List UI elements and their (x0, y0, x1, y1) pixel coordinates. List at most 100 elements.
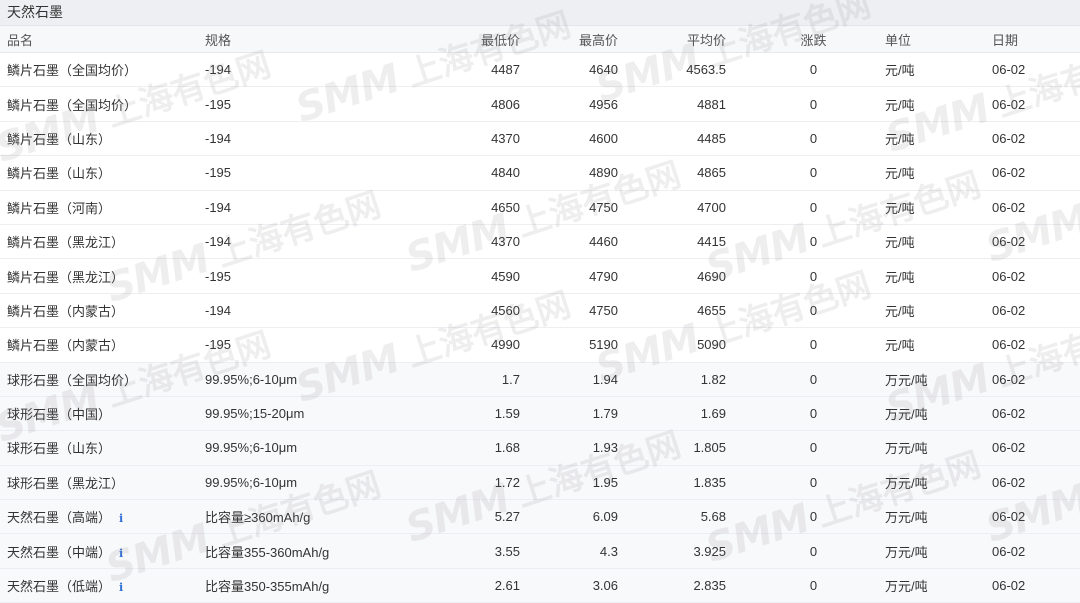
cell-change: 0 (750, 430, 877, 466)
cell-name-text: 鳞片石墨（河南） (7, 200, 112, 216)
cell-max-text: 1.95 (592, 474, 618, 490)
cell-date-text: 06-02 (992, 371, 1026, 387)
price-table: 品名 规格 最低价 最高价 平均价 涨跌 单位 日期 鳞片石墨（全国均价） -19… (0, 26, 1080, 603)
info-icon[interactable]: i (119, 512, 123, 525)
cell-avg-text: 3.925 (693, 543, 726, 559)
cell-change-text: 0 (809, 302, 818, 318)
table-row[interactable]: 球形石墨（全国均价） 99.95%;6-10μm 1.7 1.94 1.82 0 万元/吨 0… (0, 362, 1080, 397)
col-header-max[interactable]: 最高价 (522, 26, 630, 53)
col-header-change[interactable]: 涨跌 (750, 26, 877, 53)
cell-unit-text: 元/吨 (885, 97, 915, 113)
cell-max: 4890 (522, 155, 630, 191)
table-row[interactable]: 球形石墨（中国） 99.95%;15-20μm 1.59 1.79 1.69 0 万元/吨 0… (0, 396, 1080, 432)
cell-spec-text: -194 (205, 62, 232, 78)
cell-name-text: 鳞片石墨（黑龙江） (7, 269, 125, 285)
cell-max-text: 3.06 (592, 578, 618, 594)
cell-unit-text: 元/吨 (885, 303, 915, 319)
cell-name-text: 球形石墨（全国均价） (7, 372, 138, 388)
cell-spec-text: -194 (205, 234, 232, 250)
cell-avg-text: 1.805 (693, 440, 726, 456)
cell-change: 0 (750, 396, 877, 432)
cell-avg: 1.805 (630, 430, 750, 466)
cell-max: 6.09 (522, 499, 630, 535)
cell-min: 1.72 (412, 465, 522, 501)
info-icon[interactable]: i (119, 581, 123, 594)
cell-spec: -195 (198, 258, 412, 294)
table-row[interactable]: 鳞片石墨（全国均价） -194 4487 4640 4563.5 0 元/吨 06-02 (0, 52, 1080, 88)
table-row[interactable]: 球形石墨（黑龙江） 99.95%;6-10μm 1.72 1.95 1.835 0 万元/吨… (0, 465, 1080, 501)
cell-spec-text: -194 (205, 130, 232, 146)
info-icon[interactable]: i (119, 547, 123, 560)
table-row[interactable]: 鳞片石墨（河南） -194 4650 4750 4700 0 元/吨 06-02 (0, 190, 1080, 225)
cell-min: 4487 (412, 52, 522, 88)
cell-max: 4600 (522, 121, 630, 157)
cell-unit-text: 万元/吨 (885, 544, 928, 560)
cell-change: 0 (750, 224, 877, 260)
cell-min-text: 4560 (491, 302, 520, 318)
cell-date: 06-02 (985, 155, 1080, 191)
cell-unit-text: 万元/吨 (885, 579, 928, 595)
cell-name: 球形石墨（全国均价） (0, 362, 198, 397)
cell-avg: 4690 (630, 258, 750, 294)
col-header-avg[interactable]: 平均价 (630, 26, 750, 53)
cell-unit: 元/吨 (877, 52, 985, 88)
cell-min: 2.61 (412, 568, 522, 603)
table-row[interactable]: 鳞片石墨（内蒙古） -194 4560 4750 4655 0 元/吨 06-02 (0, 293, 1080, 329)
cell-name: 球形石墨（黑龙江） (0, 465, 198, 501)
cell-change-text: 0 (809, 440, 818, 456)
cell-change: 0 (750, 533, 877, 569)
table-row[interactable]: 鳞片石墨（黑龙江） -194 4370 4460 4415 0 元/吨 06-02 (0, 224, 1080, 260)
table-row[interactable]: 鳞片石墨（内蒙古） -195 4990 5190 5090 0 元/吨 06-02 (0, 327, 1080, 363)
cell-change: 0 (750, 121, 877, 157)
cell-max: 4750 (522, 190, 630, 225)
cell-spec-text: -195 (205, 165, 232, 181)
cell-name: 鳞片石墨（全国均价） (0, 86, 198, 122)
cell-spec: -195 (198, 327, 412, 363)
cell-date-text: 06-02 (992, 406, 1026, 422)
cell-spec: -195 (198, 155, 412, 191)
cell-min: 4370 (412, 121, 522, 157)
cell-name: 天然石墨（中端） i (0, 533, 198, 569)
cell-date: 06-02 (985, 258, 1080, 294)
table-row[interactable]: 天然石墨（中端） i 比容量355-360mAh/g 3.55 4.3 3.925 0 万元/… (0, 533, 1080, 569)
cell-date-text: 06-02 (992, 474, 1026, 490)
cell-change: 0 (750, 155, 877, 191)
cell-name-text: 球形石墨（黑龙江） (7, 475, 125, 491)
cell-unit: 万元/吨 (877, 533, 985, 569)
cell-date: 06-02 (985, 396, 1080, 432)
table-row[interactable]: 鳞片石墨（全国均价） -195 4806 4956 4881 0 元/吨 06-02 (0, 86, 1080, 122)
cell-spec: -194 (198, 293, 412, 329)
cell-unit-text: 万元/吨 (885, 372, 928, 388)
col-header-name[interactable]: 品名 (0, 26, 198, 53)
cell-name: 鳞片石墨（内蒙古） (0, 293, 198, 329)
cell-unit: 万元/吨 (877, 499, 985, 535)
cell-min-text: 4990 (491, 337, 520, 353)
cell-name-text: 鳞片石墨（内蒙古） (7, 338, 125, 354)
cell-min: 4650 (412, 190, 522, 225)
cell-change-text: 0 (809, 406, 818, 422)
table-row[interactable]: 天然石墨（高端） i 比容量≥360mAh/g 5.27 6.09 5.68 0 万元/吨 06… (0, 499, 1080, 535)
cell-spec: 比容量350-355mAh/g (198, 568, 412, 603)
col-header-spec[interactable]: 规格 (198, 26, 412, 53)
cell-unit: 元/吨 (877, 258, 985, 294)
table-row[interactable]: 天然石墨（低端） i 比容量350-355mAh/g 2.61 3.06 2.835 0 万元… (0, 568, 1080, 603)
table-row[interactable]: 鳞片石墨（山东） -195 4840 4890 4865 0 元/吨 06-02 (0, 155, 1080, 191)
cell-min: 4560 (412, 293, 522, 329)
cell-max: 1.79 (522, 396, 630, 432)
table-row[interactable]: 鳞片石墨（黑龙江） -195 4590 4790 4690 0 元/吨 06-02 (0, 258, 1080, 294)
cell-avg: 1.69 (630, 396, 750, 432)
cell-date: 06-02 (985, 568, 1080, 603)
col-header-unit[interactable]: 单位 (877, 26, 985, 53)
cell-min-text: 3.55 (494, 543, 520, 559)
cell-change: 0 (750, 258, 877, 294)
cell-avg: 5.68 (630, 499, 750, 535)
col-header-min[interactable]: 最低价 (412, 26, 522, 53)
table-row[interactable]: 鳞片石墨（山东） -194 4370 4600 4485 0 元/吨 06-02 (0, 121, 1080, 157)
table-row[interactable]: 球形石墨（山东） 99.95%;6-10μm 1.68 1.93 1.805 0 万元/吨 0… (0, 430, 1080, 466)
cell-unit-text: 万元/吨 (885, 475, 928, 491)
cell-spec-text: 比容量≥360mAh/g (205, 510, 311, 526)
col-header-date[interactable]: 日期 (985, 26, 1080, 53)
cell-date-text: 06-02 (992, 337, 1026, 353)
cell-avg-text: 4485 (697, 130, 726, 146)
cell-unit: 万元/吨 (877, 362, 985, 397)
